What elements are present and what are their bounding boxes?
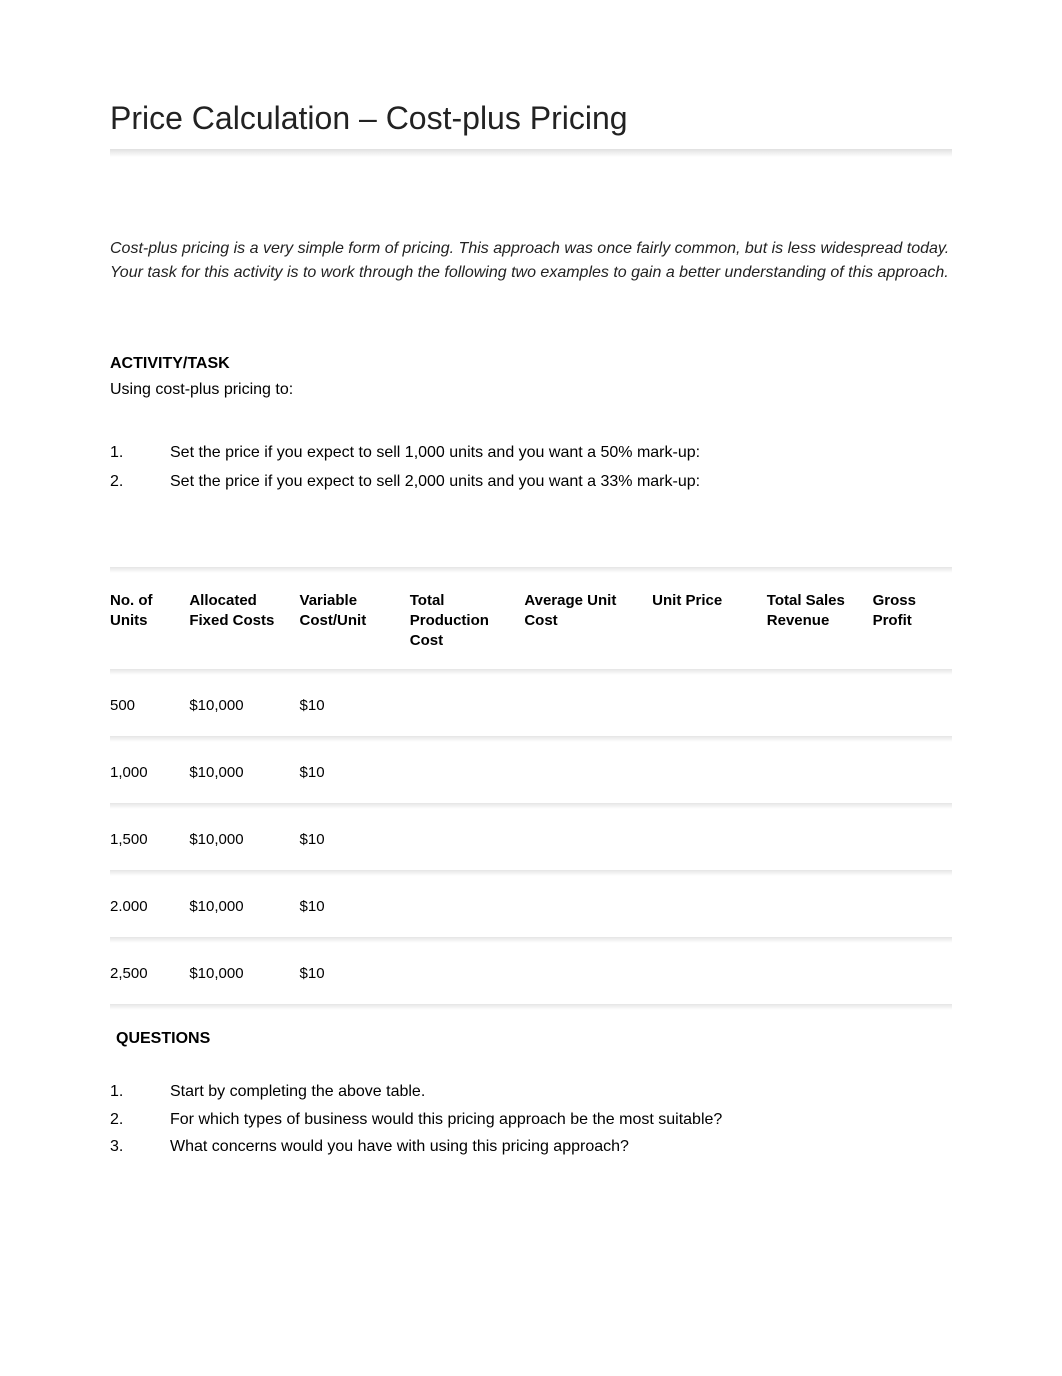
list-number: 1. <box>110 1078 170 1105</box>
cell-price <box>652 876 767 937</box>
col-header-total: Total Production Cost <box>410 573 525 670</box>
list-text: For which types of business would this p… <box>170 1106 722 1133</box>
col-header-units: No. of Units <box>110 573 189 670</box>
cell-fixed: $10,000 <box>189 675 299 736</box>
cell-avg <box>524 809 652 870</box>
list-number: 3. <box>110 1133 170 1160</box>
cell-profit <box>873 943 952 1004</box>
row-divider <box>110 1004 952 1010</box>
cell-total <box>410 675 525 736</box>
cell-var: $10 <box>300 943 410 1004</box>
cell-rev <box>767 943 873 1004</box>
cell-profit <box>873 675 952 736</box>
activity-item: 1. Set the price if you expect to sell 1… <box>110 439 952 468</box>
cell-price <box>652 943 767 1004</box>
cell-var: $10 <box>300 876 410 937</box>
cell-fixed: $10,000 <box>189 876 299 937</box>
table-row: 1,500 $10,000 $10 <box>110 809 952 870</box>
list-text: Start by completing the above table. <box>170 1078 425 1105</box>
table-row: 1,000 $10,000 $10 <box>110 742 952 803</box>
col-header-price: Unit Price <box>652 573 767 670</box>
cell-total <box>410 742 525 803</box>
cell-profit <box>873 876 952 937</box>
activity-item: 2. Set the price if you expect to sell 2… <box>110 468 952 497</box>
cell-total <box>410 943 525 1004</box>
col-header-rev: Total Sales Revenue <box>767 573 873 670</box>
cell-var: $10 <box>300 742 410 803</box>
list-text: What concerns would you have with using … <box>170 1133 629 1160</box>
question-item: 3. What concerns would you have with usi… <box>110 1133 952 1160</box>
pricing-table-wrap: No. of Units Allocated Fixed Costs Varia… <box>110 567 952 1011</box>
cell-rev <box>767 675 873 736</box>
question-item: 2. For which types of business would thi… <box>110 1106 952 1133</box>
cell-profit <box>873 809 952 870</box>
cell-total <box>410 809 525 870</box>
col-header-fixed: Allocated Fixed Costs <box>189 573 299 670</box>
activity-subheading: Using cost-plus pricing to: <box>110 381 952 399</box>
cell-var: $10 <box>300 809 410 870</box>
cell-units: 500 <box>110 675 189 736</box>
table-row: 500 $10,000 $10 <box>110 675 952 736</box>
questions-heading: QUESTIONS <box>116 1030 952 1048</box>
col-header-profit: Gross Profit <box>873 573 952 670</box>
cell-rev <box>767 876 873 937</box>
page-title: Price Calculation – Cost-plus Pricing <box>110 100 952 137</box>
cell-var: $10 <box>300 675 410 736</box>
cell-units: 2,500 <box>110 943 189 1004</box>
cell-profit <box>873 742 952 803</box>
questions-list: 1. Start by completing the above table. … <box>110 1078 952 1160</box>
cell-units: 1,000 <box>110 742 189 803</box>
question-item: 1. Start by completing the above table. <box>110 1078 952 1105</box>
cell-units: 2.000 <box>110 876 189 937</box>
list-number: 1. <box>110 439 170 468</box>
cell-avg <box>524 943 652 1004</box>
cell-units: 1,500 <box>110 809 189 870</box>
activity-list: 1. Set the price if you expect to sell 1… <box>110 439 952 497</box>
table-header-row: No. of Units Allocated Fixed Costs Varia… <box>110 573 952 670</box>
cell-fixed: $10,000 <box>189 943 299 1004</box>
activity-heading: ACTIVITY/TASK <box>110 355 952 373</box>
cell-fixed: $10,000 <box>189 742 299 803</box>
list-text: Set the price if you expect to sell 2,00… <box>170 468 700 497</box>
col-header-avg: Average Unit Cost <box>524 573 652 670</box>
cell-price <box>652 742 767 803</box>
cell-avg <box>524 742 652 803</box>
cell-fixed: $10,000 <box>189 809 299 870</box>
list-number: 2. <box>110 468 170 497</box>
list-text: Set the price if you expect to sell 1,00… <box>170 439 700 468</box>
col-header-var: Variable Cost/Unit <box>300 573 410 670</box>
cell-avg <box>524 675 652 736</box>
cell-avg <box>524 876 652 937</box>
cell-price <box>652 675 767 736</box>
cell-total <box>410 876 525 937</box>
list-number: 2. <box>110 1106 170 1133</box>
cell-rev <box>767 742 873 803</box>
pricing-table: No. of Units Allocated Fixed Costs Varia… <box>110 573 952 1011</box>
intro-paragraph: Cost-plus pricing is a very simple form … <box>110 237 952 285</box>
table-row: 2,500 $10,000 $10 <box>110 943 952 1004</box>
cell-price <box>652 809 767 870</box>
title-divider <box>110 149 952 157</box>
cell-rev <box>767 809 873 870</box>
table-row: 2.000 $10,000 $10 <box>110 876 952 937</box>
